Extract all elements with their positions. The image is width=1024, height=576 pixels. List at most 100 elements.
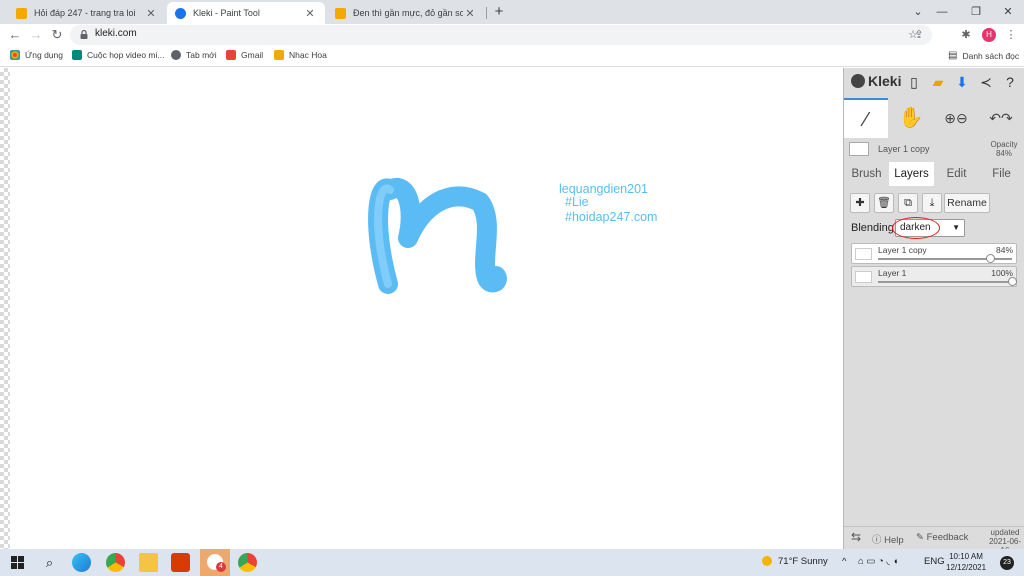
undo-redo-icon[interactable]: ↶↷ (979, 98, 1023, 138)
weather-widget[interactable]: 71°F Sunny (762, 556, 828, 567)
language-indicator[interactable]: ENG (924, 556, 945, 567)
kleki-side-panel: Kleki ▯ ▰ ⬇ ≺ ? ⁄ ✋ ⊕⊖ ↶↷ Layer 1 copy O… (843, 68, 1024, 555)
watermark-line: #hoidap247.com (565, 210, 658, 224)
tab-hoidap[interactable]: Hỏi đáp 247 - trang tra loi ✕ (8, 2, 166, 24)
tab-title: Đen thì gần mực, đỏ gần son, Hỏ (353, 8, 463, 18)
back-arrow-icon[interactable]: ← (6, 26, 24, 44)
delete-layer-button[interactable]: 🗑 (874, 193, 894, 213)
help-circle-icon[interactable]: ? (1000, 72, 1020, 92)
kleki-favicon-icon (175, 7, 186, 19)
clock[interactable]: 10:10 AM 12/12/2021 (946, 551, 986, 573)
opacity-label: Opacity (990, 140, 1018, 149)
new-image-icon[interactable]: ▯ (904, 72, 924, 92)
feedback-label: Feedback (926, 532, 969, 543)
panel-tabs: Brush Layers Edit File (844, 162, 1024, 186)
tab-title: Kleki - Paint Tool (193, 8, 260, 18)
bookmarks-bar: Ứng dụng Cuộc họp video mi... Tab mới Gm… (0, 46, 1024, 67)
taskbar-active-app[interactable]: 4 (200, 549, 230, 576)
opacity-value: 84% (995, 149, 1012, 158)
close-icon[interactable]: ✕ (463, 7, 477, 20)
rename-layer-button[interactable]: Rename (944, 193, 990, 213)
current-layer-name: Layer 1 copy (878, 144, 930, 154)
lock-icon (80, 30, 88, 39)
bookmark-gmail[interactable]: Gmail (226, 50, 263, 60)
bookmark-new-tab[interactable]: Tab mới (171, 50, 217, 60)
hoidap-favicon-icon (274, 50, 284, 60)
reload-icon[interactable]: ↻ (48, 26, 66, 44)
more-menu-icon[interactable]: ⋮ (1004, 28, 1018, 42)
office-icon[interactable] (171, 553, 190, 572)
bookmark-label: Nhạc Hoa (289, 50, 327, 60)
merge-layer-button[interactable]: ⤓ (922, 193, 942, 213)
browser-toolbar: ← → ↻ kleki.com ☆ ⇪ ✱ ⋮ (0, 24, 1024, 46)
tab-den-thi-gan-muc[interactable]: Đen thì gần mực, đỏ gần son, Hỏ ✕ (327, 2, 485, 24)
add-layer-button[interactable]: ✚ (850, 193, 870, 213)
tab-title: Hỏi đáp 247 - trang tra loi (34, 8, 136, 18)
clock-date: 12/12/2021 (946, 563, 987, 572)
edge-browser-icon[interactable] (72, 553, 91, 572)
swap-side-icon[interactable]: ⇆ (851, 530, 861, 544)
bookmark-meet[interactable]: Cuộc họp video mi... (72, 50, 164, 60)
share-icon[interactable]: ≺ (976, 72, 996, 92)
layer-opacity-knob[interactable] (986, 254, 996, 263)
restore-button[interactable]: ❐ (958, 0, 994, 24)
watermark-line: lequangdien201 (559, 182, 648, 196)
drawing-canvas[interactable]: lequangdien201 #Lie #hoidap247.com (10, 68, 843, 549)
forward-arrow-icon[interactable]: → (27, 26, 45, 44)
tab-brush[interactable]: Brush (844, 162, 889, 186)
globe-icon (171, 50, 181, 60)
bookmark-label: Tab mới (186, 50, 217, 60)
close-icon[interactable]: ✕ (303, 7, 317, 20)
layer-opacity: 84% (995, 245, 1013, 255)
hand-tool-icon[interactable]: ✋ (889, 98, 933, 138)
minimize-button[interactable]: — (924, 0, 960, 24)
reading-list-button[interactable]: ▤ Danh sách đọc (948, 50, 1019, 61)
google-meet-icon (72, 50, 82, 60)
layer-opacity-knob[interactable] (1007, 277, 1017, 286)
new-tab-button[interactable]: + (490, 3, 508, 21)
share-icon[interactable]: ⇪ (912, 28, 926, 42)
kleki-logo-icon (851, 74, 865, 88)
tab-strip: Hỏi đáp 247 - trang tra loi ✕ Kleki - Pa… (0, 0, 1024, 24)
close-icon[interactable]: ✕ (144, 7, 158, 20)
search-icon[interactable]: ⌕ (40, 553, 59, 572)
sun-icon (762, 556, 772, 567)
updated-label: updated (990, 528, 1020, 537)
red-annotation-circle (892, 217, 940, 239)
blending-label: Blending (851, 222, 894, 234)
file-explorer-icon[interactable] (139, 553, 158, 572)
chrome-window-icon[interactable] (238, 553, 257, 572)
close-window-button[interactable]: ✕ (990, 0, 1024, 24)
windows-start-icon[interactable] (8, 553, 27, 572)
tab-layers[interactable]: Layers (889, 162, 934, 186)
kleki-logo: Kleki (851, 73, 901, 89)
bookmark-apps[interactable]: Ứng dụng (10, 50, 63, 60)
tab-file[interactable]: File (979, 162, 1024, 186)
duplicate-layer-button[interactable]: ⧉ (898, 193, 918, 213)
brush-tool-icon[interactable]: ⁄ (844, 98, 888, 138)
layer-name: Layer 1 (878, 268, 907, 278)
zoom-in-out-icon[interactable]: ⊕⊖ (934, 98, 978, 138)
help-button[interactable]: ⓘ Help (872, 532, 904, 546)
layer-item-layer-1-copy[interactable]: Layer 1 copy 84% (851, 243, 1017, 264)
tray-chevron-icon[interactable]: ^ (842, 556, 846, 567)
address-bar[interactable]: kleki.com ☆ (70, 25, 932, 45)
tab-kleki[interactable]: Kleki - Paint Tool ✕ (167, 2, 325, 24)
layer-item-layer-1[interactable]: Layer 1 100% (851, 266, 1017, 287)
layer-thumbnail (855, 248, 872, 260)
bookmark-label: Cuộc họp video mi... (87, 50, 165, 60)
feedback-button[interactable]: ✎ Feedback (916, 532, 968, 543)
windows-taskbar: ⌕ 4 71°F Sunny ^ ⌂ ▭ ◔ ◟ ◖ ENG 10:10 AM … (0, 549, 1024, 576)
bookmark-nhac-hoa[interactable]: Nhạc Hoa (274, 50, 327, 60)
open-folder-icon[interactable]: ▰ (928, 72, 948, 92)
tray-icons[interactable]: ⌂ ▭ ◔ ◟ ◖ (858, 556, 898, 567)
download-icon[interactable]: ⬇ (952, 72, 972, 92)
profile-avatar[interactable]: H (982, 28, 996, 42)
tab-divider (486, 7, 487, 19)
canvas-transparency-strip (0, 68, 10, 549)
chrome-icon[interactable] (106, 553, 125, 572)
notification-center-badge[interactable]: 23 (1000, 556, 1014, 570)
layer-opacity-slider[interactable] (878, 281, 1012, 283)
tab-edit[interactable]: Edit (934, 162, 979, 186)
extensions-puzzle-icon[interactable]: ✱ (959, 28, 973, 42)
